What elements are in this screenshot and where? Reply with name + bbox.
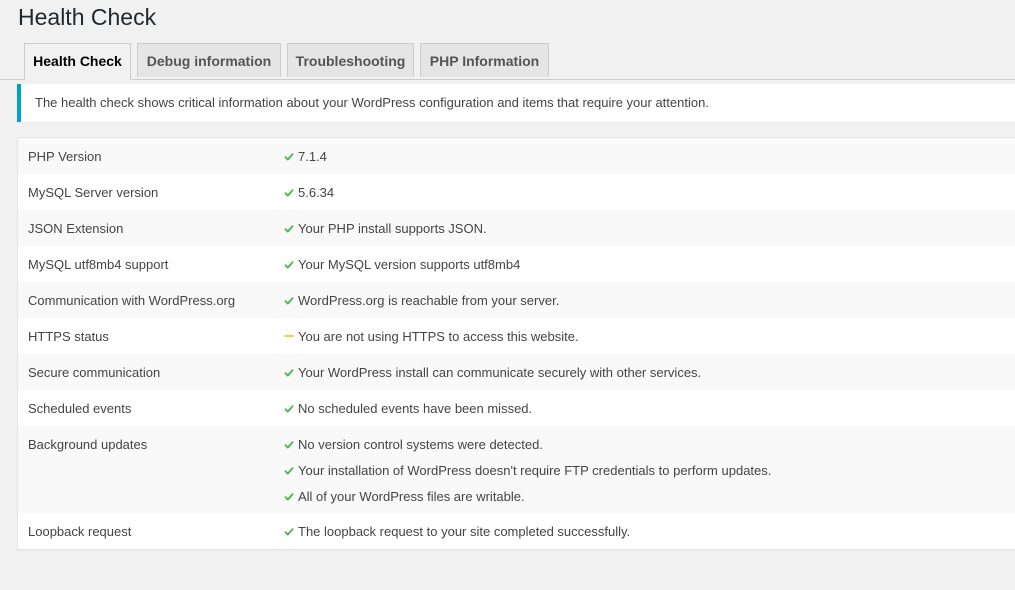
tab-php-information[interactable]: PHP Information	[420, 43, 549, 77]
check-result: Your PHP install supports JSON.	[284, 221, 1015, 237]
check-result-text: 5.6.34	[298, 185, 335, 200]
tab-troubleshooting[interactable]: Troubleshooting	[287, 43, 414, 77]
table-row: HTTPS status You are not using HTTPS to a…	[18, 318, 1015, 354]
check-result: Your installation of WordPress doesn't r…	[284, 463, 1015, 479]
checkmark-icon	[284, 293, 294, 309]
check-label: PHP Version	[28, 149, 102, 164]
checkmark-icon	[284, 401, 294, 417]
check-result-text: Your installation of WordPress doesn't r…	[298, 463, 772, 478]
check-result-text: No version control systems were detected…	[298, 437, 543, 452]
check-result-text: Your WordPress install can communicate s…	[298, 365, 702, 380]
page-title: Health Check	[18, 4, 157, 30]
check-label: Communication with WordPress.org	[28, 293, 236, 308]
table-row: Secure communication Your WordPress insta…	[18, 354, 1015, 390]
check-result: The loopback request to your site comple…	[284, 524, 1015, 540]
checkmark-icon	[284, 463, 294, 479]
check-results: 7.1.4	[284, 138, 1015, 173]
table-row: JSON Extension Your PHP install supports …	[18, 210, 1015, 246]
check-results: Your PHP install supports JSON.	[284, 210, 1015, 245]
check-label: Scheduled events	[28, 401, 132, 416]
health-check-table: PHP Version 7.1.4 MySQL Server version 5.6.…	[17, 137, 1015, 550]
check-label: Loopback request	[28, 524, 132, 539]
check-result: No version control systems were detected…	[284, 437, 1015, 453]
check-label: MySQL Server version	[28, 185, 159, 200]
check-result: 7.1.4	[284, 149, 1015, 165]
checkmark-icon	[284, 149, 294, 165]
check-result-text: All of your WordPress files are writable…	[298, 489, 525, 504]
checkmark-icon	[284, 221, 294, 237]
check-result: 5.6.34	[284, 185, 1015, 201]
check-label: Background updates	[28, 437, 148, 452]
notice-text: The health check shows critical informat…	[35, 95, 709, 110]
check-label: MySQL utf8mb4 support	[28, 257, 169, 272]
check-result: Your WordPress install can communicate s…	[284, 365, 1015, 381]
info-notice: The health check shows critical informat…	[17, 84, 1015, 122]
table-row: PHP Version 7.1.4	[18, 138, 1015, 174]
check-results: WordPress.org is reachable from your ser…	[284, 282, 1015, 317]
warning-dash-icon	[284, 329, 294, 345]
tab-debug-information[interactable]: Debug information	[137, 43, 281, 77]
checkmark-icon	[284, 185, 294, 201]
check-result-text: The loopback request to your site comple…	[298, 524, 631, 539]
tab-health-check[interactable]: Health Check	[24, 43, 131, 80]
check-result: You are not using HTTPS to access this w…	[284, 329, 1015, 345]
check-results: You are not using HTTPS to access this w…	[284, 318, 1015, 353]
table-row: MySQL utf8mb4 support Your MySQL version …	[18, 246, 1015, 282]
check-results: No version control systems were detected…	[284, 426, 1015, 513]
checkmark-icon	[284, 437, 294, 453]
check-result-text: Your PHP install supports JSON.	[298, 221, 487, 236]
check-label: JSON Extension	[28, 221, 124, 236]
table-row: Communication with WordPress.org WordPres…	[18, 282, 1015, 318]
check-result-text: Your MySQL version supports utf8mb4	[298, 257, 521, 272]
check-results: Your WordPress install can communicate s…	[284, 354, 1015, 389]
check-result: All of your WordPress files are writable…	[284, 489, 1015, 505]
check-result-text: WordPress.org is reachable from your ser…	[298, 293, 560, 308]
check-results: No scheduled events have been missed.	[284, 390, 1015, 425]
check-results: The loopback request to your site comple…	[284, 513, 1015, 548]
check-result: Your MySQL version supports utf8mb4	[284, 257, 1015, 273]
check-result: WordPress.org is reachable from your ser…	[284, 293, 1015, 309]
table-row: Loopback request The loopback request to …	[18, 513, 1015, 549]
check-result: No scheduled events have been missed.	[284, 401, 1015, 417]
check-label: Secure communication	[28, 365, 161, 380]
table-row: Background updates No version control sys…	[18, 426, 1015, 513]
checkmark-icon	[284, 489, 294, 505]
table-row: MySQL Server version 5.6.34	[18, 174, 1015, 210]
tab-bar: Health Check Debug information Troublesh…	[0, 42, 1015, 80]
check-result-text: No scheduled events have been missed.	[298, 401, 533, 416]
table-row: Scheduled events No scheduled events have…	[18, 390, 1015, 426]
checkmark-icon	[284, 524, 294, 540]
check-result-text: You are not using HTTPS to access this w…	[298, 329, 579, 344]
check-result-text: 7.1.4	[298, 149, 327, 164]
checkmark-icon	[284, 257, 294, 273]
check-results: Your MySQL version supports utf8mb4	[284, 246, 1015, 281]
check-results: 5.6.34	[284, 174, 1015, 209]
check-label: HTTPS status	[28, 329, 109, 344]
checkmark-icon	[284, 365, 294, 381]
